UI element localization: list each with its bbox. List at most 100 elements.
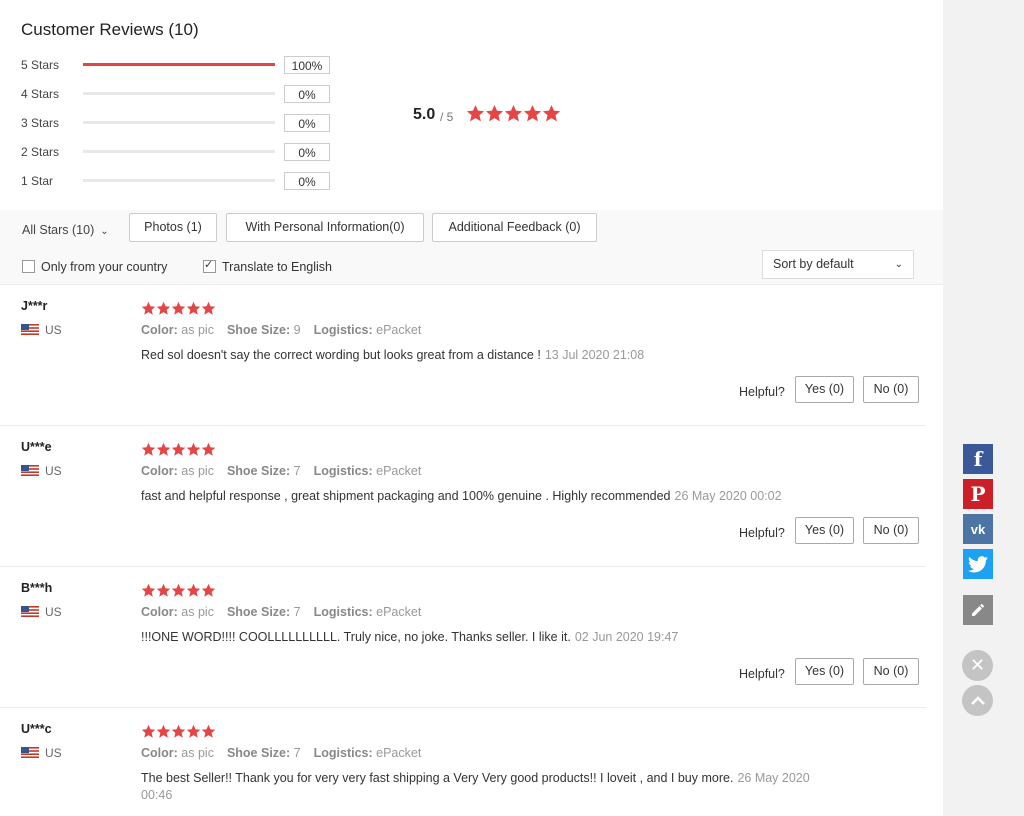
additional-feedback-filter-button[interactable]: Additional Feedback (0) xyxy=(432,213,597,242)
country-code: US xyxy=(45,746,62,760)
logistics-label: Logistics: xyxy=(313,464,373,478)
star-icon xyxy=(141,301,156,315)
star-icon xyxy=(485,104,504,122)
distribution-label: 3 Stars xyxy=(21,116,60,130)
only-country-label: Only from your country xyxy=(41,260,168,274)
shoe-size-value: 9 xyxy=(293,323,301,337)
star-icon xyxy=(171,301,186,315)
review-body: The best Seller!! Thank you for very ver… xyxy=(141,771,734,785)
star-icon xyxy=(201,724,216,738)
distribution-track xyxy=(83,121,275,124)
helpful-label: Helpful? xyxy=(739,385,785,399)
review-body: !!!ONE WORD!!!! COOLLLLLLLLLL. Truly nic… xyxy=(141,630,571,644)
scroll-to-top-icon[interactable] xyxy=(962,685,993,716)
helpful-yes-button[interactable]: Yes (0) xyxy=(795,658,854,685)
close-icon[interactable]: ✕ xyxy=(962,650,993,681)
distribution-percent: 0% xyxy=(284,85,330,103)
star-icon xyxy=(466,104,485,122)
distribution-row-1[interactable]: 1 Star 0% xyxy=(21,172,351,192)
distribution-row-3[interactable]: 3 Stars 0% xyxy=(21,114,351,134)
reviewer-country: US xyxy=(21,746,62,760)
review-text: Red sol doesn't say the correct wording … xyxy=(141,347,841,364)
distribution-track xyxy=(83,92,275,95)
shoe-size-value: 7 xyxy=(293,605,301,619)
review-item: B***h US Color: as pic Shoe Size: 7 Logist… xyxy=(0,567,926,708)
review-body: Red sol doesn't say the correct wording … xyxy=(141,348,541,362)
helpful-yes-button[interactable]: Yes (0) xyxy=(795,376,854,403)
average-rating: 5.0 xyxy=(413,106,436,123)
distribution-row-5[interactable]: 5 Stars 100% xyxy=(21,56,351,76)
logistics-value: ePacket xyxy=(376,605,422,619)
us-flag-icon xyxy=(21,606,39,617)
review-item: U***e US Color: as pic Shoe Size: 7 Logist… xyxy=(0,426,926,567)
distribution-label: 5 Stars xyxy=(21,58,60,72)
personal-info-filter-button[interactable]: With Personal Information(0) xyxy=(226,213,424,242)
review-item: J***r US Color: as pic Shoe Size: 9 Logist… xyxy=(0,285,926,426)
us-flag-icon xyxy=(21,465,39,476)
review-item: U***c US Color: as pic Shoe Size: 7 Logist… xyxy=(0,708,926,816)
reviewer-name: J***r xyxy=(21,299,48,313)
filter-bar: All Stars (10) ⌄ Photos (1) With Personal… xyxy=(0,210,943,285)
edit-icon[interactable] xyxy=(963,595,993,625)
star-icon xyxy=(171,442,186,456)
photos-filter-button[interactable]: Photos (1) xyxy=(129,213,217,242)
all-stars-dropdown[interactable]: All Stars (10) ⌄ xyxy=(22,223,109,237)
vk-share-icon[interactable]: vk xyxy=(963,514,993,544)
star-icon xyxy=(141,724,156,738)
distribution-label: 4 Stars xyxy=(21,87,60,101)
review-attributes: Color: as pic Shoe Size: 9 Logistics: ePac… xyxy=(141,323,434,337)
star-icon xyxy=(542,104,561,122)
distribution-track xyxy=(83,150,275,153)
shoe-size-label: Shoe Size: xyxy=(226,464,291,478)
rating-scale: / 5 xyxy=(440,110,454,124)
star-icon xyxy=(201,442,216,456)
star-icon xyxy=(186,724,201,738)
country-code: US xyxy=(45,605,62,619)
distribution-percent: 0% xyxy=(284,172,330,190)
shoe-size-label: Shoe Size: xyxy=(226,746,291,760)
helpful-no-button[interactable]: No (0) xyxy=(863,517,919,544)
us-flag-icon xyxy=(21,324,39,335)
star-icon xyxy=(504,104,523,122)
helpful-no-button[interactable]: No (0) xyxy=(863,658,919,685)
pinterest-share-icon[interactable]: P xyxy=(963,479,993,509)
logistics-label: Logistics: xyxy=(313,323,373,337)
reviewer-name: U***c xyxy=(21,722,52,736)
helpful-no-button[interactable]: No (0) xyxy=(863,376,919,403)
reviews-title: Customer Reviews (10) xyxy=(21,20,199,39)
helpful-yes-button[interactable]: Yes (0) xyxy=(795,517,854,544)
color-value: as pic xyxy=(181,464,214,478)
color-label: Color: xyxy=(141,464,178,478)
color-value: as pic xyxy=(181,323,214,337)
reviewer-name: B***h xyxy=(21,581,53,595)
color-value: as pic xyxy=(181,746,214,760)
star-icon xyxy=(186,442,201,456)
helpful-label: Helpful? xyxy=(739,667,785,681)
distribution-row-4[interactable]: 4 Stars 0% xyxy=(21,85,351,105)
color-label: Color: xyxy=(141,605,178,619)
review-attributes: Color: as pic Shoe Size: 7 Logistics: ePac… xyxy=(141,746,434,760)
distribution-fill xyxy=(83,63,275,66)
translate-checkbox[interactable]: Translate to English xyxy=(203,258,332,274)
review-attributes: Color: as pic Shoe Size: 7 Logistics: ePac… xyxy=(141,605,434,619)
star-icon xyxy=(186,583,201,597)
review-stars xyxy=(141,583,216,601)
facebook-share-icon[interactable]: f xyxy=(963,444,993,474)
review-text: fast and helpful response , great shipme… xyxy=(141,488,841,505)
chevron-down-icon: ⌄ xyxy=(100,226,109,237)
distribution-row-2[interactable]: 2 Stars 0% xyxy=(21,143,351,163)
review-date: 02 Jun 2020 19:47 xyxy=(574,630,679,644)
checkbox-icon xyxy=(22,260,35,273)
reviews-panel: Customer Reviews (10) 5 Stars 100% 4 Sta… xyxy=(0,0,943,816)
checkbox-checked-icon xyxy=(203,258,216,273)
all-stars-label: All Stars (10) xyxy=(22,223,95,237)
review-date: 13 Jul 2020 21:08 xyxy=(544,348,645,362)
distribution-track xyxy=(83,63,275,66)
only-country-checkbox[interactable]: Only from your country xyxy=(22,260,167,274)
review-stars xyxy=(141,301,216,319)
reviewer-country: US xyxy=(21,323,62,337)
sort-dropdown[interactable]: Sort by default ⌄ xyxy=(762,250,914,279)
twitter-share-icon[interactable] xyxy=(963,549,993,579)
reviewer-country: US xyxy=(21,464,62,478)
review-text: !!!ONE WORD!!!! COOLLLLLLLLLL. Truly nic… xyxy=(141,629,841,646)
